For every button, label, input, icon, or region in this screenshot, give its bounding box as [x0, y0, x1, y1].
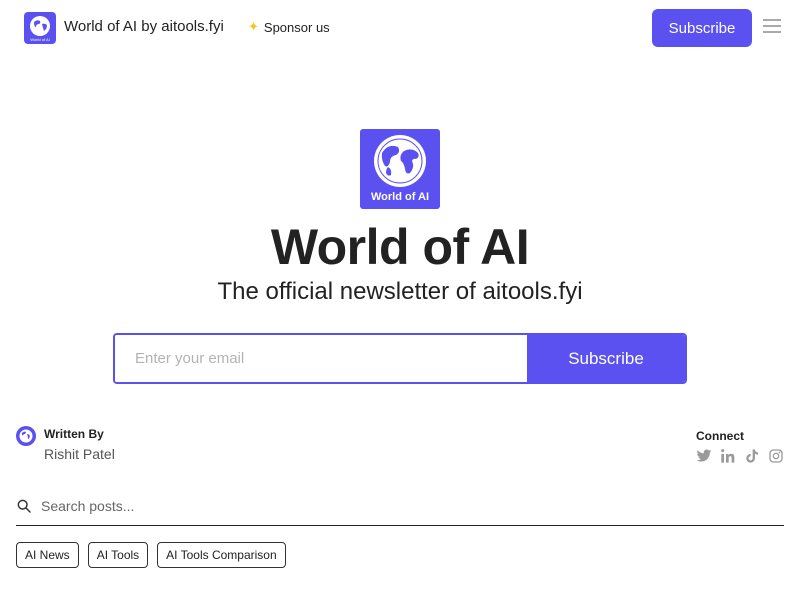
star-icon: ✦	[248, 19, 259, 34]
post-search	[16, 494, 784, 526]
site-header: World of AI World of AI by aitools.fyi ✦…	[0, 0, 800, 56]
hero-logo: World of AI	[360, 129, 440, 209]
avatar	[16, 426, 36, 446]
sponsor-label: Sponsor us	[263, 19, 330, 35]
hamburger-line	[763, 25, 781, 27]
hamburger-line	[763, 31, 781, 33]
tiktok-icon	[746, 449, 758, 463]
brand-title-link[interactable]: World of AI by aitools.fyi	[64, 18, 224, 35]
globe-icon: World of AI	[30, 16, 50, 42]
tag-ai-news[interactable]: AI News	[16, 542, 79, 568]
author-name: Rishit Patel	[44, 446, 115, 462]
subscribe-button[interactable]: Subscribe	[527, 335, 685, 382]
instagram-icon	[769, 449, 783, 463]
twitter-link[interactable]	[696, 448, 712, 464]
tag-ai-tools-comparison[interactable]: AI Tools Comparison	[157, 542, 286, 568]
linkedin-icon	[721, 449, 735, 463]
connect-label: Connect	[696, 429, 744, 443]
tiktok-link[interactable]	[744, 448, 760, 464]
connect-block: Connect	[696, 429, 784, 464]
page-title: World of AI	[270, 219, 530, 275]
search-icon	[17, 499, 31, 513]
search-input[interactable]	[41, 498, 784, 514]
author-block: Written By Rishit Patel	[16, 426, 115, 462]
newsletter-signup-form: Subscribe	[113, 333, 687, 384]
hamburger-menu-button[interactable]	[762, 19, 782, 37]
tag-list: AI News AI Tools AI Tools Comparison	[16, 542, 286, 568]
social-links	[696, 448, 784, 464]
tag-ai-tools[interactable]: AI Tools	[87, 542, 149, 568]
linkedin-link[interactable]	[720, 448, 736, 464]
email-field[interactable]	[115, 335, 527, 382]
hero-logo-label: World of AI	[370, 191, 430, 203]
globe-icon	[19, 429, 33, 443]
page-subtitle: The official newsletter of aitools.fyi	[217, 278, 583, 305]
instagram-link[interactable]	[768, 448, 784, 464]
author-label: Written By	[44, 427, 104, 441]
svg-text:World of AI: World of AI	[30, 37, 50, 42]
header-subscribe-button[interactable]: Subscribe	[652, 9, 752, 47]
twitter-icon	[696, 449, 712, 462]
sponsor-link[interactable]: ✦ Sponsor us	[248, 19, 330, 35]
hamburger-menu-icon	[763, 19, 781, 21]
brand-logo[interactable]: World of AI	[24, 12, 56, 44]
